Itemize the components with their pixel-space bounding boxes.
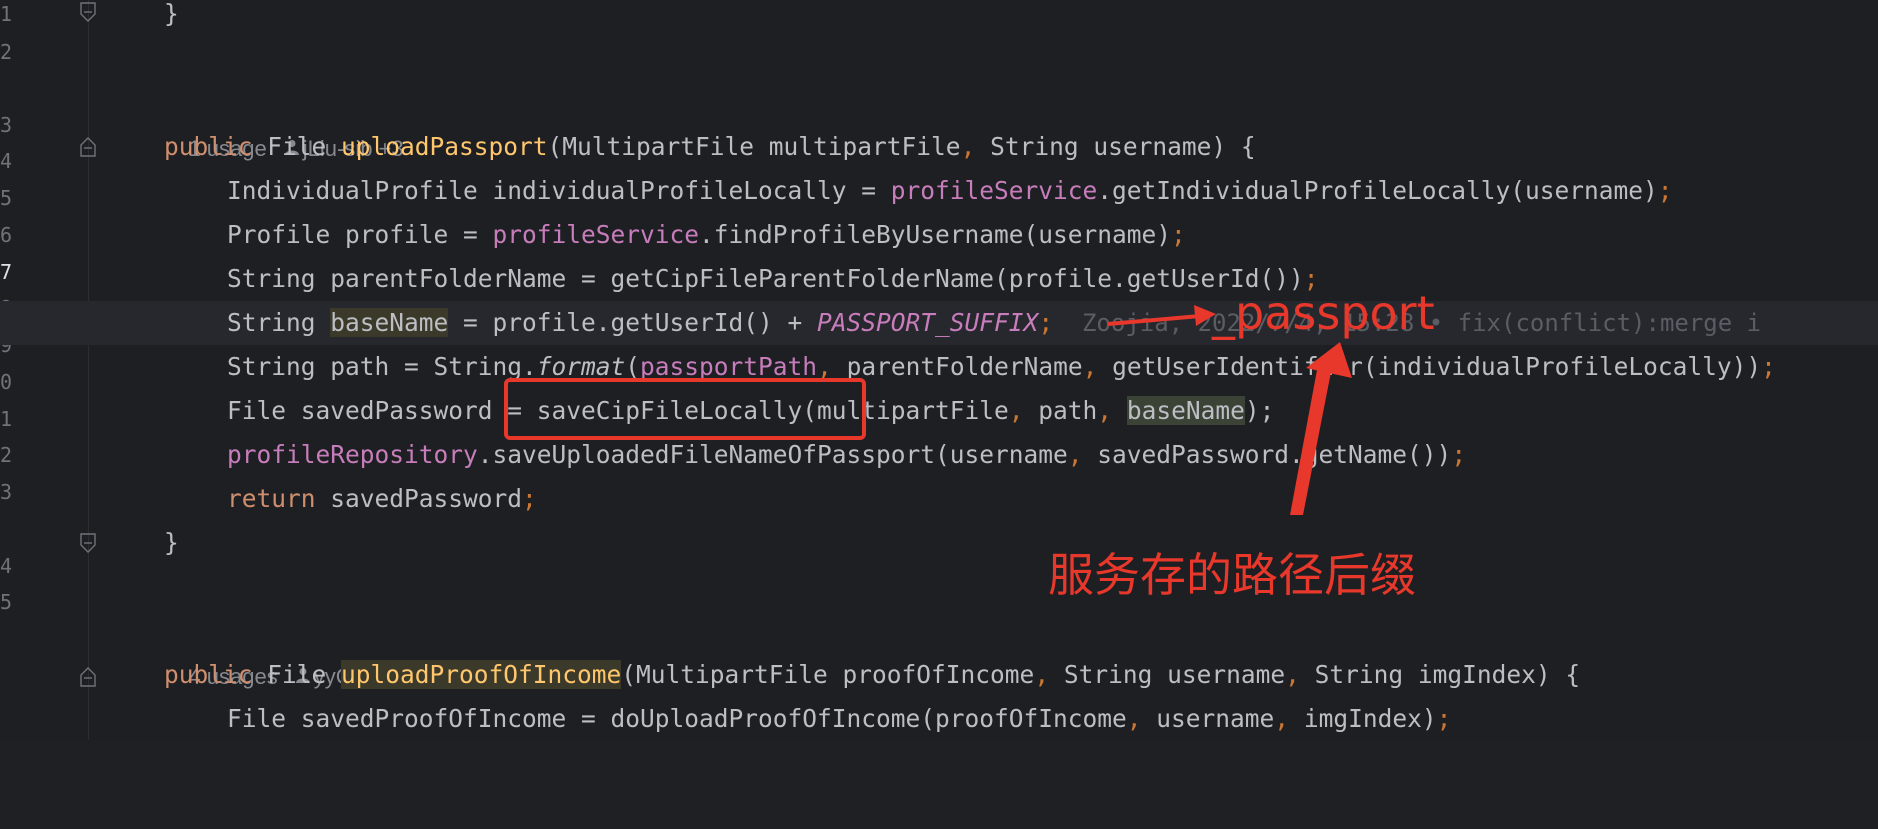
annotation-suffix-label: _passport bbox=[1212, 286, 1435, 340]
annotation-note: 服务存的路径后缀 bbox=[1048, 548, 1416, 602]
annotation-arrows bbox=[1107, 305, 1352, 515]
code-editor[interactable]: 1 2 3 4 5 6 7 8 9 0 1 2 3 4 5 } 1 usagej… bbox=[0, 0, 1878, 740]
